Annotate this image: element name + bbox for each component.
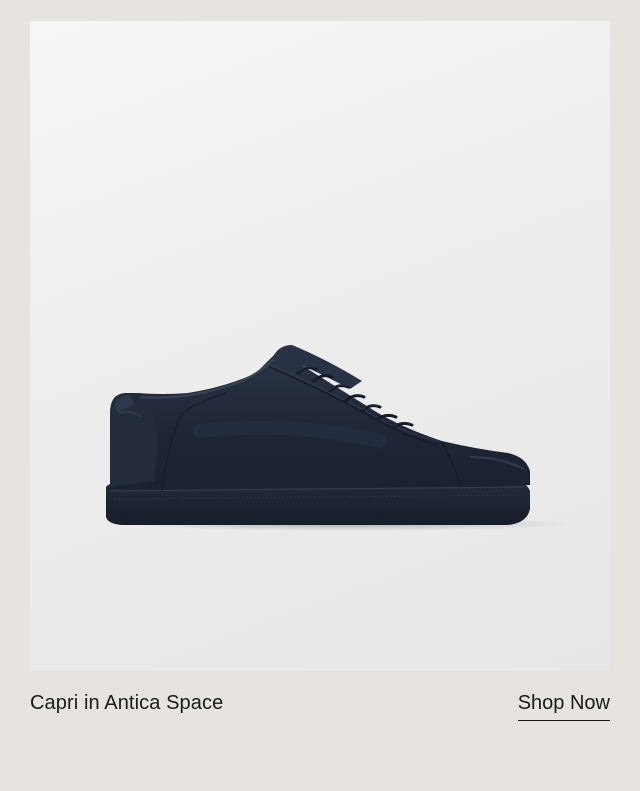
shop-now-link[interactable]: Shop Now (517, 692, 610, 721)
sneaker-image (106, 345, 575, 531)
product-image[interactable] (30, 21, 610, 671)
product-card: Capri in Antica Space Shop Now (0, 0, 640, 791)
caption-row: Capri in Antica Space Shop Now (30, 688, 610, 728)
product-name[interactable]: Capri in Antica Space (30, 692, 223, 715)
